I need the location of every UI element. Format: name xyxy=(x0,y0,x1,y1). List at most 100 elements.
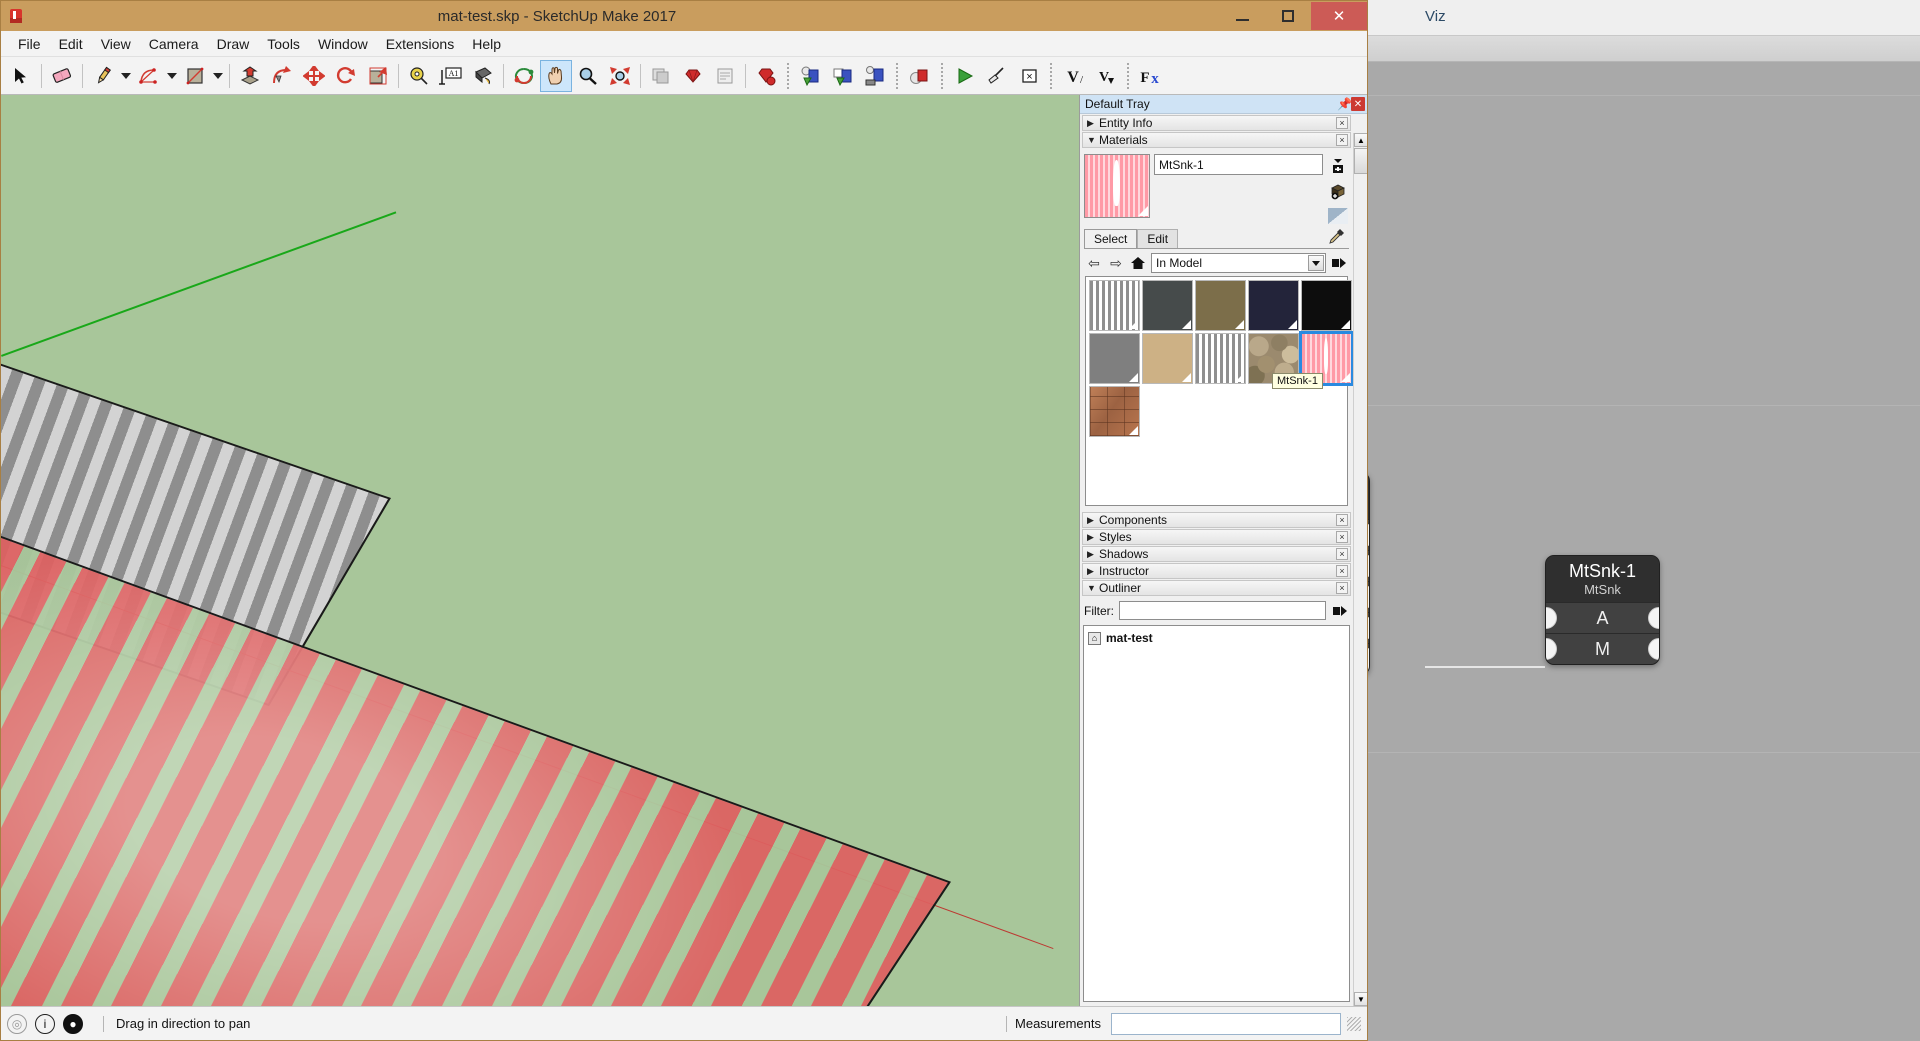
eyedropper-icon[interactable] xyxy=(1329,228,1345,247)
measurements-input[interactable] xyxy=(1111,1013,1341,1035)
outliner-tree[interactable]: ⌂ mat-test xyxy=(1083,625,1350,1002)
toolbar-grip[interactable] xyxy=(785,63,792,89)
toolbar-grip[interactable] xyxy=(1048,63,1055,89)
menu-tools[interactable]: Tools xyxy=(258,33,309,55)
credentials-icon[interactable]: ● xyxy=(63,1014,83,1034)
swatch-dark-slate-gray[interactable] xyxy=(1142,280,1193,331)
tray-section-shadows[interactable]: ▶ Shadows × xyxy=(1082,546,1351,562)
geo-location-icon[interactable]: ◎ xyxy=(7,1014,27,1034)
scene-manage-tool-button[interactable] xyxy=(859,60,891,92)
home-icon[interactable] xyxy=(1129,254,1147,272)
material-name-input[interactable]: MtSnk-1 xyxy=(1154,154,1323,175)
info-icon[interactable]: i xyxy=(35,1014,55,1034)
section-close-icon[interactable]: × xyxy=(1336,548,1348,560)
arc-tool-dropdown-icon[interactable] xyxy=(165,60,179,92)
minimize-button[interactable] xyxy=(1219,2,1265,30)
tab-edit[interactable]: Edit xyxy=(1137,229,1178,248)
zoom-extents-tool-button[interactable] xyxy=(604,60,636,92)
section-close-icon[interactable]: × xyxy=(1336,565,1348,577)
tray-section-materials[interactable]: ▼ Materials × xyxy=(1082,132,1351,148)
line-tool-button[interactable] xyxy=(87,60,119,92)
paint-bucket-tool-button[interactable] xyxy=(467,60,499,92)
swatch-fence-white-2[interactable] xyxy=(1195,333,1246,384)
maximize-button[interactable] xyxy=(1265,2,1311,30)
menu-file[interactable]: File xyxy=(9,33,50,55)
menu-window[interactable]: Window xyxy=(309,33,377,55)
scroll-down-button[interactable]: ▼ xyxy=(1354,992,1367,1006)
toolbar-grip[interactable] xyxy=(894,63,901,89)
swatch-fence-white[interactable] xyxy=(1089,280,1140,331)
details-arrow-icon[interactable] xyxy=(1330,254,1348,272)
port-dot-out[interactable] xyxy=(1648,638,1660,660)
dimension-tool-button[interactable]: A1 xyxy=(435,60,467,92)
section-close-icon[interactable]: × xyxy=(1336,514,1348,526)
list-item[interactable]: ⌂ mat-test xyxy=(1088,631,1345,645)
arc-tool-button[interactable] xyxy=(133,60,165,92)
section-close-icon[interactable]: × xyxy=(1336,531,1348,543)
outliner-details-icon[interactable] xyxy=(1331,602,1349,620)
pan-tool-button[interactable] xyxy=(540,60,572,92)
scene-add-tool-button[interactable] xyxy=(795,60,827,92)
render-solid-tool-button[interactable] xyxy=(904,60,936,92)
materials-swatch-area[interactable]: MtSnk-1 xyxy=(1085,276,1348,506)
scene-update-tool-button[interactable] xyxy=(827,60,859,92)
resize-grip[interactable] xyxy=(1347,1017,1361,1031)
swatch-dark-navy[interactable] xyxy=(1248,280,1299,331)
sketchup-titlebar[interactable]: mat-test.skp - SketchUp Make 2017 ✕ xyxy=(1,1,1367,31)
tray-scrollbar[interactable]: ▲ ▼ xyxy=(1353,133,1367,1006)
rectangle-tool-button[interactable] xyxy=(179,60,211,92)
swatch-medium-gray[interactable] xyxy=(1089,333,1140,384)
menu-extensions[interactable]: Extensions xyxy=(377,33,463,55)
node-mtsnk-1[interactable]: MtSnk-1 MtSnk A M xyxy=(1545,555,1660,665)
tray-section-instructor[interactable]: ▶ Instructor × xyxy=(1082,563,1351,579)
node-port-m[interactable]: M xyxy=(1546,633,1659,664)
tray-section-styles[interactable]: ▶ Styles × xyxy=(1082,529,1351,545)
rectangle-tool-dropdown-icon[interactable] xyxy=(211,60,225,92)
material-library-select[interactable]: In Model xyxy=(1151,253,1326,273)
tape-measure-tool-button[interactable] xyxy=(403,60,435,92)
back-icon[interactable]: ⇦ xyxy=(1085,254,1103,272)
secondary-selection-icon[interactable] xyxy=(1328,208,1348,224)
material-preview-swatch[interactable] xyxy=(1084,154,1150,218)
close-button[interactable]: ✕ xyxy=(1311,2,1367,30)
section-close-icon[interactable]: × xyxy=(1336,582,1348,594)
move-tool-button[interactable] xyxy=(298,60,330,92)
toolbar-grip[interactable] xyxy=(1125,63,1132,89)
swatch-black[interactable] xyxy=(1301,280,1352,331)
select-arrow-tool-button[interactable] xyxy=(5,60,37,92)
ruby-docs-tool-button[interactable] xyxy=(709,60,741,92)
menu-camera[interactable]: Camera xyxy=(140,33,208,55)
port-dot-in[interactable] xyxy=(1545,607,1557,629)
ruby-gem-tool-button[interactable] xyxy=(677,60,709,92)
menu-view[interactable]: View xyxy=(92,33,140,55)
toolbar-grip[interactable] xyxy=(939,63,946,89)
node-port-a[interactable]: A xyxy=(1546,602,1659,633)
fx-effects-tool-button[interactable]: Fx xyxy=(1135,60,1167,92)
create-material-button[interactable] xyxy=(1328,156,1348,176)
zoom-tool-button[interactable] xyxy=(572,60,604,92)
scrollbar-thumb[interactable] xyxy=(1354,148,1367,174)
pushpull-tool-button[interactable] xyxy=(234,60,266,92)
swatch-brick-paving[interactable] xyxy=(1089,386,1140,437)
add-to-model-button[interactable] xyxy=(1328,182,1348,202)
tab-viz[interactable]: Viz xyxy=(1415,6,1456,27)
3d-viewport[interactable] xyxy=(1,95,1081,1006)
pin-icon[interactable]: 📌 xyxy=(1337,97,1351,111)
outliner-filter-input[interactable] xyxy=(1119,601,1326,620)
section-close-icon[interactable]: × xyxy=(1336,117,1348,129)
chevron-down-icon[interactable] xyxy=(1308,255,1324,271)
menu-help[interactable]: Help xyxy=(463,33,510,55)
ruby-plugin-tool-button[interactable] xyxy=(750,60,782,92)
tray-section-outliner[interactable]: ▼ Outliner × xyxy=(1082,580,1351,596)
scroll-up-button[interactable]: ▲ xyxy=(1354,133,1367,147)
tray-section-components[interactable]: ▶ Components × xyxy=(1082,512,1351,528)
followme-tool-button[interactable] xyxy=(266,60,298,92)
forward-icon[interactable]: ⇨ xyxy=(1107,254,1125,272)
play-render-tool-button[interactable] xyxy=(949,60,981,92)
vray-render-tool-button[interactable]: V/ xyxy=(1058,60,1090,92)
broom-clean-tool-button[interactable] xyxy=(981,60,1013,92)
scale-tool-button[interactable] xyxy=(362,60,394,92)
tray-titlebar[interactable]: Default Tray 📌 ✕ xyxy=(1080,95,1367,114)
swatch-tan[interactable] xyxy=(1142,333,1193,384)
tray-close-icon[interactable]: ✕ xyxy=(1351,97,1365,111)
